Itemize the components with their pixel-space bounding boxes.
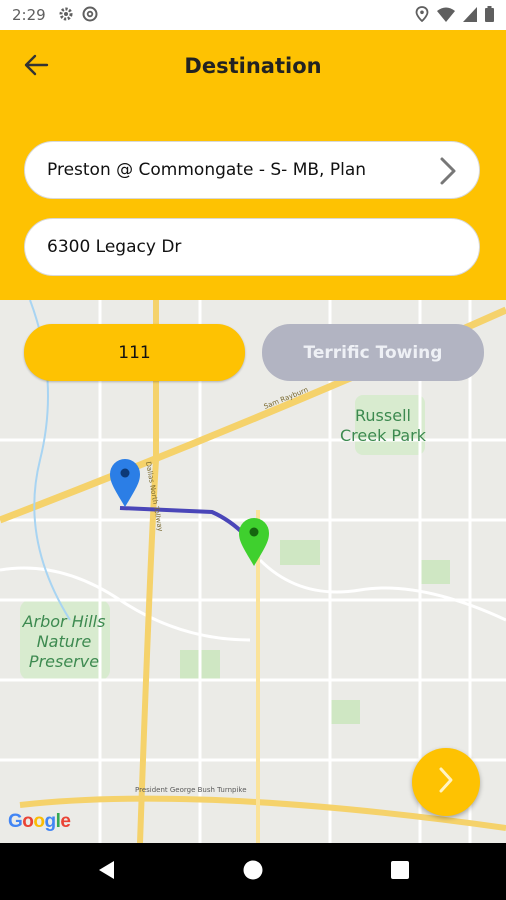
park-area [330, 700, 360, 724]
park-area [355, 395, 425, 455]
next-button[interactable] [412, 748, 480, 816]
map-label-arbor-hills: Arbor Hills [22, 612, 106, 631]
home-circle-icon [242, 859, 264, 885]
nav-recents-button[interactable] [387, 859, 413, 885]
status-bar: 2:29 [0, 0, 506, 30]
signal-icon [463, 6, 477, 26]
map-label-russell: Russell [355, 406, 411, 425]
battery-icon [485, 6, 494, 26]
recents-square-icon [390, 860, 410, 884]
primary-option-button[interactable]: 111 [24, 324, 245, 381]
system-nav-bar [0, 843, 506, 900]
back-triangle-icon [96, 859, 116, 885]
status-time: 2:29 [12, 6, 46, 24]
nav-home-button[interactable] [240, 859, 266, 885]
pickup-field-value: Preston @ Commongate - S- MB, Plan [47, 160, 367, 180]
page-title: Destination [184, 54, 322, 78]
google-logo-text: Google [8, 811, 70, 832]
map-label-bush-turnpike: President George Bush Turnpike [135, 786, 247, 794]
google-logo: Google [8, 808, 80, 840]
map-label-nature: Nature [37, 632, 92, 651]
highway-dallas-north-tollway [137, 300, 159, 843]
location-pin-icon [415, 6, 429, 26]
chevron-right-icon [437, 766, 455, 798]
destination-marker[interactable] [239, 518, 269, 566]
origin-marker[interactable] [110, 459, 140, 507]
park-area [420, 560, 450, 584]
destination-field-value: 6300 Legacy Dr [47, 237, 182, 257]
chevron-right-icon[interactable] [439, 156, 457, 190]
map-label-preserve: Preserve [29, 652, 99, 671]
wifi-icon [437, 7, 455, 26]
pickup-field[interactable]: Preston @ Commongate - S- MB, Plan [24, 141, 480, 199]
at-sign-icon [82, 6, 98, 26]
map-label-creek-park: Creek Park [340, 426, 427, 445]
towing-company-button[interactable]: Terrific Towing [262, 324, 484, 381]
nav-back-button[interactable] [93, 859, 119, 885]
park-area [280, 540, 320, 565]
destination-field[interactable]: 6300 Legacy Dr [24, 218, 480, 276]
gear-icon [58, 6, 74, 26]
